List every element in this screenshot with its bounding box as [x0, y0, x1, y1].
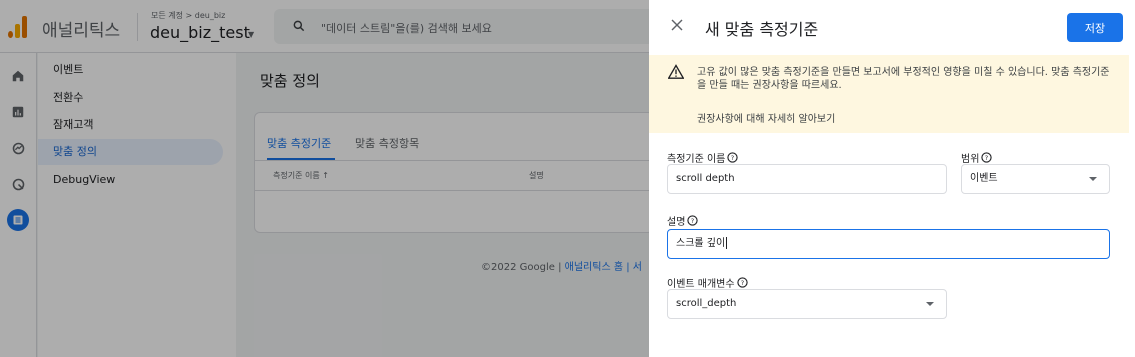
event-parameter-label: 이벤트 매개변수 ?	[667, 275, 748, 290]
chevron-down-icon	[1089, 177, 1097, 181]
warning-banner: 고유 값이 많은 맞춤 측정기준을 만들면 보고서에 부정적인 영향을 미칠 수…	[649, 55, 1129, 133]
help-icon[interactable]: ?	[687, 215, 699, 226]
description-input[interactable]: 스크롤 깊이	[667, 229, 1110, 259]
svg-text:?: ?	[985, 154, 988, 162]
close-icon[interactable]	[669, 17, 685, 33]
scope-select-value: 이벤트	[970, 173, 998, 184]
warning-icon	[668, 64, 684, 79]
dimension-name-label-text: 측정기준 이름	[667, 154, 726, 165]
new-custom-dimension-panel: 새 맞춤 측정기준 저장 고유 값이 많은 맞춤 측정기준을 만들면 보고서에 …	[649, 0, 1135, 357]
dimension-name-input[interactable]: scroll depth	[667, 164, 947, 194]
text-cursor	[726, 237, 728, 249]
description-input-value: 스크롤 깊이	[676, 238, 726, 249]
scope-label: 범위 ?	[961, 150, 993, 165]
save-button[interactable]: 저장	[1067, 13, 1123, 42]
panel-title: 새 맞춤 측정기준	[705, 20, 819, 39]
event-parameter-label-text: 이벤트 매개변수	[667, 279, 735, 290]
help-icon[interactable]: ?	[981, 152, 993, 163]
warning-text: 고유 값이 많은 맞춤 측정기준을 만들면 보고서에 부정적인 영향을 미칠 수…	[697, 67, 1110, 91]
best-practices-link[interactable]: 권장사항에 대해 자세히 알아보기	[697, 110, 835, 125]
svg-text:?: ?	[691, 217, 694, 225]
svg-text:?: ?	[740, 279, 743, 287]
scope-select[interactable]: 이벤트	[961, 164, 1110, 194]
help-icon[interactable]: ?	[736, 277, 748, 288]
svg-text:?: ?	[731, 154, 734, 162]
help-icon[interactable]: ?	[727, 152, 739, 163]
description-label: 설명 ?	[667, 213, 699, 228]
event-parameter-select[interactable]: scroll_depth	[667, 289, 947, 319]
dimension-name-label: 측정기준 이름 ?	[667, 150, 739, 165]
scope-label-text: 범위	[961, 154, 980, 165]
event-parameter-select-value: scroll_depth	[676, 298, 737, 309]
chevron-down-icon	[926, 302, 934, 306]
description-label-text: 설명	[667, 217, 686, 228]
